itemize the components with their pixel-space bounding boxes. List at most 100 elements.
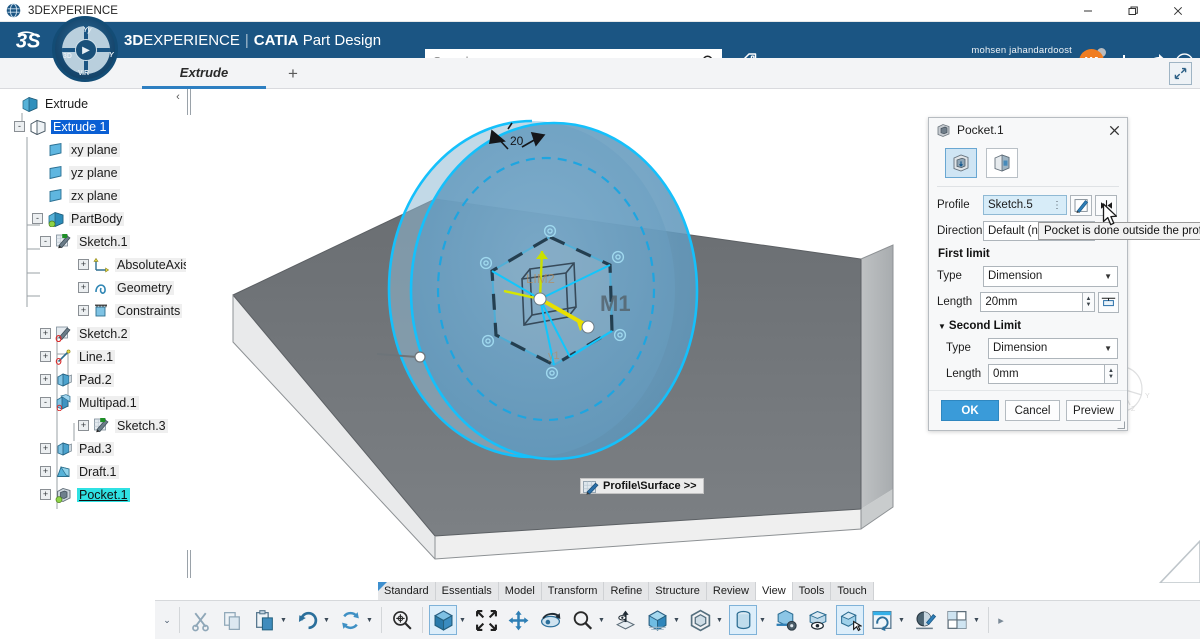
second-limit-length-stepper[interactable]: ▲ ▼ xyxy=(1105,364,1118,384)
cut-icon[interactable] xyxy=(186,605,214,635)
second-limit-type-select[interactable]: Dimension ▼ xyxy=(988,337,1118,359)
pocket-mode-button[interactable] xyxy=(945,148,977,178)
thin-pocket-mode-button[interactable] xyxy=(986,148,1018,178)
undo-icon[interactable] xyxy=(293,605,321,635)
tree-node-sketch-3[interactable]: + Sketch.3 xyxy=(78,415,168,436)
collapse-triangle-icon[interactable]: ▼ xyxy=(938,322,946,331)
toolbar-zoom-area[interactable] xyxy=(386,603,418,637)
fit-all-icon[interactable] xyxy=(472,605,500,635)
toolbar-fit-all[interactable] xyxy=(470,603,502,637)
edit-sketch-icon[interactable] xyxy=(1070,194,1092,216)
tree-splitter-handle[interactable] xyxy=(186,89,192,583)
toolbar-hexagon-view[interactable]: ▼ xyxy=(684,603,727,637)
toolbar-normal-view[interactable] xyxy=(609,603,641,637)
tree-node-draft-1[interactable]: + Draft.1 xyxy=(40,461,119,482)
toolbar-cylinder[interactable]: ▼ xyxy=(727,603,770,637)
tree-node-extrude-1[interactable]: - Extrude 1 xyxy=(14,116,109,137)
actionbar-tab-view[interactable]: View xyxy=(756,582,793,600)
expand-toggle[interactable]: + xyxy=(40,374,51,385)
tree-node-zx-plane[interactable]: zx plane xyxy=(32,185,120,206)
tree-node-sketch-1[interactable]: - Sketch.1 xyxy=(40,231,130,252)
zoom-icon[interactable] xyxy=(568,605,596,635)
tab-extrude[interactable]: Extrude xyxy=(142,58,266,89)
expand-toggle[interactable]: + xyxy=(78,282,89,293)
collapse-toggle[interactable]: - xyxy=(40,236,51,247)
tree-splitter-handle-lower[interactable] xyxy=(186,550,192,578)
tree-node-partbody[interactable]: - PartBody xyxy=(32,208,125,229)
profile-field[interactable]: Sketch.5 ⋮ xyxy=(983,195,1067,215)
actionbar-overflow-caret[interactable]: ⌄ xyxy=(159,615,175,626)
actionbar-tab-review[interactable]: Review xyxy=(706,582,756,600)
tree-collapse-button[interactable]: ‹ xyxy=(170,89,186,105)
expand-toggle[interactable]: + xyxy=(40,443,51,454)
compass-play-button[interactable]: ▶ xyxy=(75,39,97,61)
toolbar-undo[interactable]: ▼ xyxy=(291,603,334,637)
tree-node-sketch-2[interactable]: + Sketch.2 xyxy=(40,323,130,344)
actionbar-tab-touch[interactable]: Touch xyxy=(831,582,874,600)
tree-node-constraints[interactable]: + Constraints xyxy=(78,300,183,321)
preview-button[interactable]: Preview xyxy=(1066,400,1121,421)
actionbar-tab-structure[interactable]: Structure xyxy=(649,582,707,600)
dropdown-arrow-icon[interactable]: ▼ xyxy=(457,617,468,624)
dropdown-arrow-icon[interactable]: ▼ xyxy=(671,617,682,624)
actionbar-tab-standard[interactable]: Standard xyxy=(378,582,436,600)
chevron-down-icon[interactable]: ▼ xyxy=(1104,344,1112,353)
cancel-button[interactable]: Cancel xyxy=(1005,400,1060,421)
shading-icon[interactable] xyxy=(643,605,671,635)
update-icon[interactable] xyxy=(336,605,364,635)
first-limit-type-select[interactable]: Dimension ▼ xyxy=(983,265,1118,287)
compass-widget[interactable]: ▶ 3D Y Yy V.R xyxy=(52,16,118,82)
dropdown-arrow-icon[interactable]: ▼ xyxy=(364,617,375,624)
tree-node-multipad-1[interactable]: - Multipad.1 xyxy=(40,392,139,413)
toolbar-paste[interactable]: ▼ xyxy=(248,603,291,637)
dropdown-arrow-icon[interactable]: ▼ xyxy=(896,617,907,624)
toolbar-copy[interactable] xyxy=(216,603,248,637)
profile-surface-label[interactable]: Profile\Surface >> xyxy=(580,478,704,495)
expand-toggle[interactable]: + xyxy=(40,351,51,362)
expand-view-button[interactable] xyxy=(1169,62,1192,85)
tree-node-geometry[interactable]: + Geometry xyxy=(78,277,174,298)
toolbar-display-setup[interactable] xyxy=(770,603,802,637)
actionbar-tab-model[interactable]: Model xyxy=(498,582,542,600)
second-limit-heading[interactable]: ▼ Second Limit xyxy=(938,320,1119,332)
minimize-button[interactable] xyxy=(1065,0,1110,22)
chevron-down-icon[interactable]: ▼ xyxy=(1104,272,1112,281)
close-button[interactable] xyxy=(1155,0,1200,22)
isometric-view-icon[interactable] xyxy=(429,605,457,635)
expand-toggle[interactable]: + xyxy=(78,259,89,270)
second-limit-length-field[interactable]: 0mm xyxy=(988,364,1105,384)
reframe-icon[interactable] xyxy=(868,605,896,635)
dropdown-arrow-icon[interactable]: ▼ xyxy=(971,617,982,624)
actionbar-tab-refine[interactable]: Refine xyxy=(604,582,650,600)
toolbar-rotate[interactable] xyxy=(534,603,566,637)
tree-node-extrude[interactable]: Extrude xyxy=(6,93,90,114)
copy-icon[interactable] xyxy=(218,605,246,635)
toolbar-cut[interactable] xyxy=(184,603,216,637)
tree-node-line-1[interactable]: + Line.1 xyxy=(40,346,116,367)
expand-toggle[interactable]: + xyxy=(78,305,89,316)
toolbar-render-style[interactable] xyxy=(909,603,941,637)
hide-show-icon[interactable] xyxy=(804,605,832,635)
tree-node-xy-plane[interactable]: xy plane xyxy=(32,139,120,160)
first-limit-length-field[interactable]: 20mm xyxy=(980,292,1083,312)
expand-toggle[interactable]: + xyxy=(40,489,51,500)
tree-node-pocket-1[interactable]: + Pocket.1 xyxy=(40,484,130,505)
actionbar-tab-essentials[interactable]: Essentials xyxy=(435,582,499,600)
actionbar-tab-tools[interactable]: Tools xyxy=(792,582,832,600)
expand-toggle[interactable]: + xyxy=(78,420,89,431)
dropdown-arrow-icon[interactable]: ▼ xyxy=(757,617,768,624)
resize-grip[interactable] xyxy=(1117,421,1125,429)
collapse-toggle[interactable]: - xyxy=(14,121,25,132)
dropdown-arrow-icon[interactable]: ▼ xyxy=(714,617,725,624)
paste-icon[interactable] xyxy=(250,605,278,635)
expand-toggle[interactable]: + xyxy=(40,466,51,477)
rotate-icon[interactable] xyxy=(536,605,564,635)
dropdown-arrow-icon[interactable]: ▼ xyxy=(596,617,607,624)
profile-more-icon[interactable]: ⋮ xyxy=(1052,200,1062,211)
tree-node-pad-2[interactable]: + Pad.2 xyxy=(40,369,114,390)
expand-toggle[interactable]: + xyxy=(40,328,51,339)
toolbar-swap-visible[interactable] xyxy=(834,603,866,637)
toolbar-hide-show[interactable] xyxy=(802,603,834,637)
dialog-close-button[interactable] xyxy=(1105,121,1123,139)
dialog-title-bar[interactable]: Pocket.1 xyxy=(929,118,1127,142)
